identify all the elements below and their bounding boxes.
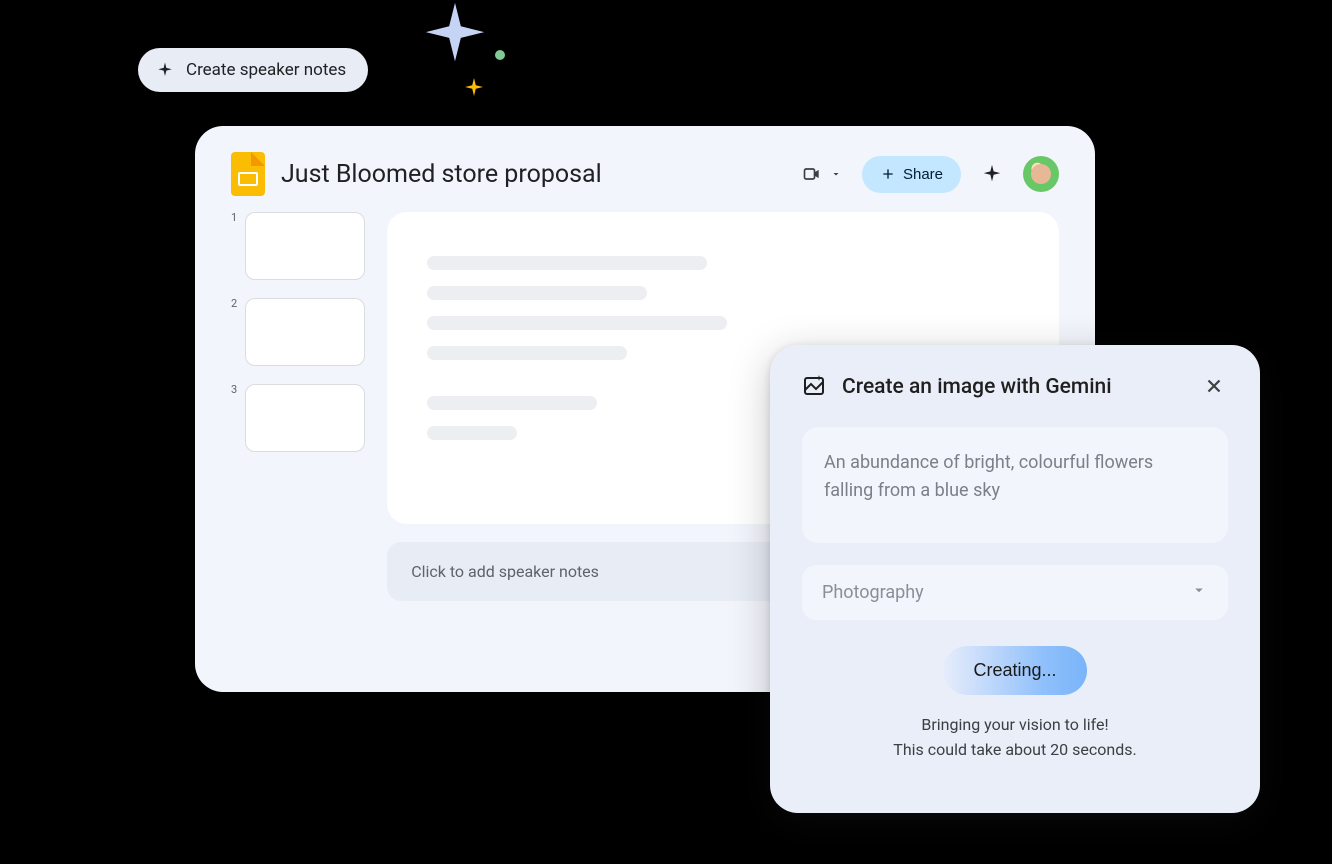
chevron-down-icon xyxy=(1190,581,1208,604)
slide-thumbnail-item[interactable]: 1 xyxy=(231,212,365,280)
thumb-number: 3 xyxy=(231,384,237,396)
dot-decoration-icon xyxy=(495,50,505,60)
placeholder-line xyxy=(427,396,597,410)
share-button[interactable]: Share xyxy=(862,156,961,193)
create-speaker-notes-chip[interactable]: Create speaker notes xyxy=(138,48,368,92)
gemini-panel-header: Create an image with Gemini xyxy=(802,373,1228,401)
close-button[interactable] xyxy=(1200,373,1228,401)
header-actions: Share xyxy=(800,156,1059,193)
chip-label: Create speaker notes xyxy=(186,60,346,80)
close-icon xyxy=(1203,375,1225,397)
thumb-number: 1 xyxy=(231,212,237,224)
plus-icon xyxy=(880,166,896,182)
share-button-label: Share xyxy=(903,166,943,183)
image-generate-icon xyxy=(802,373,826,401)
thumb-number: 2 xyxy=(231,298,237,310)
status-line-1: Bringing your vision to life! xyxy=(802,713,1228,738)
google-slides-logo-icon xyxy=(231,152,265,196)
image-style-selected: Photography xyxy=(822,582,924,603)
placeholder-line xyxy=(427,256,707,270)
image-prompt-input[interactable]: An abundance of bright, colourful flower… xyxy=(802,427,1228,543)
account-avatar[interactable] xyxy=(1023,156,1059,192)
gemini-image-panel: Create an image with Gemini An abundance… xyxy=(770,345,1260,813)
slide-thumbnail[interactable] xyxy=(245,212,365,280)
sparkle-small-decoration-icon xyxy=(462,76,486,100)
video-camera-icon xyxy=(800,164,824,184)
sparkle-icon xyxy=(156,61,174,79)
sparkle-decoration-icon xyxy=(420,0,490,70)
slides-header: Just Bloomed store proposal Share xyxy=(195,126,1095,206)
present-video-button[interactable] xyxy=(800,164,842,184)
image-style-select[interactable]: Photography xyxy=(802,565,1228,620)
creating-label: Creating... xyxy=(973,660,1056,680)
gemini-sparkle-icon[interactable] xyxy=(981,163,1003,185)
speaker-notes-placeholder: Click to add speaker notes xyxy=(411,562,599,581)
gemini-panel-title: Create an image with Gemini xyxy=(842,375,1184,399)
slide-thumbnail-item[interactable]: 2 xyxy=(231,298,365,366)
creating-status-button: Creating... xyxy=(943,646,1086,695)
placeholder-line xyxy=(427,286,647,300)
status-line-2: This could take about 20 seconds. xyxy=(802,738,1228,763)
slide-thumbnails: 1 2 3 xyxy=(231,212,365,686)
placeholder-line xyxy=(427,346,627,360)
chevron-down-icon xyxy=(830,168,842,180)
slide-thumbnail-item[interactable]: 3 xyxy=(231,384,365,452)
slide-thumbnail[interactable] xyxy=(245,384,365,452)
image-prompt-text: An abundance of bright, colourful flower… xyxy=(824,452,1153,501)
document-title[interactable]: Just Bloomed store proposal xyxy=(281,160,784,189)
slide-thumbnail[interactable] xyxy=(245,298,365,366)
placeholder-line xyxy=(427,426,517,440)
creating-status-text: Bringing your vision to life! This could… xyxy=(802,713,1228,763)
placeholder-line xyxy=(427,316,727,330)
